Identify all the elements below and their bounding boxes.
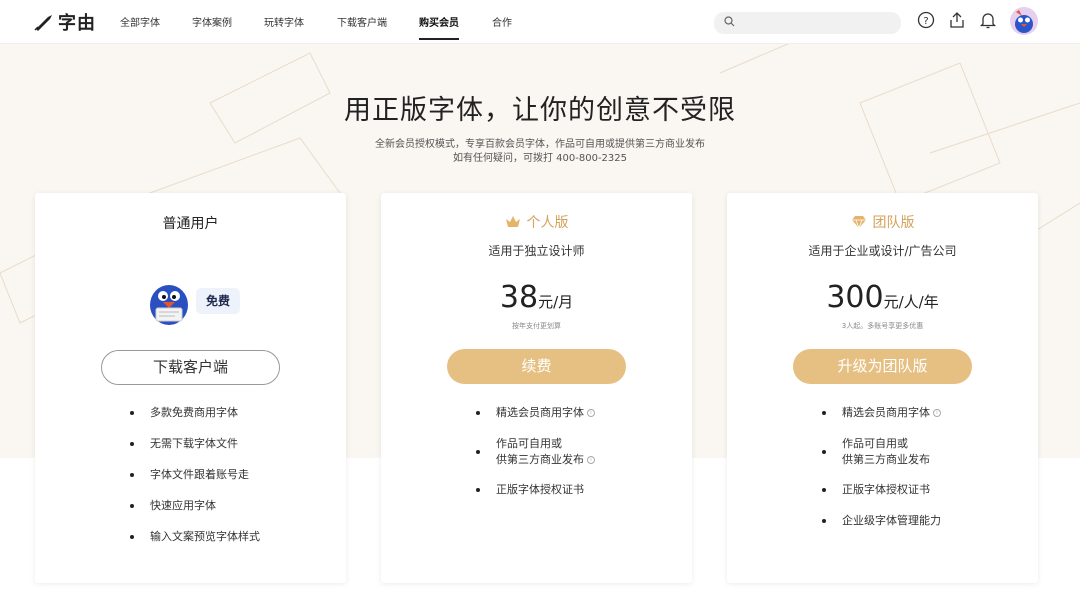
page-title: 用正版字体，让你的创意不受限: [344, 95, 736, 126]
feature-item: 无需下载字体文件: [150, 437, 238, 450]
info-icon[interactable]: i: [933, 409, 941, 417]
price-note: 3人起。多账号享更多优惠: [841, 322, 924, 330]
nav-buy-membership[interactable]: 购买会员: [419, 14, 459, 29]
brand-name: 字由: [58, 13, 96, 34]
bullet: [476, 450, 480, 454]
bullet: [130, 442, 134, 446]
bullet: [130, 411, 134, 415]
feature-item: 精选会员商用字体 i: [496, 405, 595, 421]
bullet: [822, 488, 826, 492]
price-amount: 300: [826, 280, 884, 315]
plan-title: 个人版: [526, 215, 569, 231]
hero-subtitle: 全新会员授权模式，专享百款会员字体，作品可自用或提供第三方商业发布: [375, 139, 705, 150]
bullet: [822, 519, 826, 523]
feature-item: 输入文案预览字体样式: [150, 530, 260, 543]
user-avatar[interactable]: [1010, 7, 1038, 35]
bullet: [476, 488, 480, 492]
upgrade-team-button[interactable]: 升级为团队版: [793, 349, 972, 384]
feature-item: 快速应用字体: [150, 499, 216, 512]
brand-logo[interactable]: 字由: [34, 9, 96, 35]
bullet: [130, 504, 134, 508]
mascot-icon: [150, 285, 188, 325]
bell-icon[interactable]: [979, 11, 997, 29]
plan-title-row: 个人版: [381, 212, 692, 232]
feature-item: 多款免费商用字体: [150, 406, 238, 419]
crown-icon: [505, 216, 520, 227]
plan-title: 团队版: [872, 215, 915, 231]
brush-icon: [34, 15, 52, 31]
avatar-image: [1010, 7, 1038, 35]
info-icon[interactable]: i: [587, 456, 595, 464]
plan-card-team: 团队版 适用于企业或设计/广告公司 300元/人/年 3人起。多账号享更多优惠 …: [727, 193, 1038, 583]
feature-item: 精选会员商用字体 i: [842, 405, 941, 421]
price-amount: 38: [499, 280, 539, 315]
feature-item: 正版字体授权证书: [496, 483, 584, 496]
top-navigation: 字由 全部字体 字体案例 玩转字体 下载客户端 购买会员 合作 ?: [0, 0, 1080, 44]
price-unit: 元/月: [538, 293, 574, 311]
bullet: [130, 535, 134, 539]
upload-icon[interactable]: [948, 11, 966, 29]
nav-play-fonts[interactable]: 玩转字体: [264, 14, 304, 29]
active-nav-indicator: [419, 38, 459, 40]
nav-font-cases[interactable]: 字体案例: [192, 14, 232, 29]
plan-card-free: 普通用户 免费 下载客户端 多款免费商用字体 无需下载字体文件 字体文件跟着账号…: [35, 193, 346, 583]
bullet: [822, 450, 826, 454]
bullet: [130, 473, 134, 477]
renew-button[interactable]: 续费: [447, 349, 626, 384]
feature-item: 作品可自用或 供第三方商业发布 i: [496, 436, 595, 468]
download-client-button[interactable]: 下载客户端: [101, 350, 280, 385]
search-icon: [724, 16, 735, 27]
plan-price: 38元/月: [381, 280, 692, 315]
info-icon[interactable]: i: [587, 409, 595, 417]
price-unit: 元/人/年: [883, 293, 939, 311]
search-input[interactable]: [714, 12, 901, 34]
hero-contact: 如有任何疑问，可拨打 400-800-2325: [452, 153, 628, 164]
feature-item: 作品可自用或 供第三方商业发布: [842, 437, 930, 466]
price-note: 按年支付更划算: [512, 322, 561, 330]
feature-item: 字体文件跟着账号走: [150, 468, 249, 481]
nav-cooperation[interactable]: 合作: [492, 14, 512, 29]
nav-download-client[interactable]: 下载客户端: [337, 14, 387, 29]
bullet: [476, 411, 480, 415]
feature-item: 企业级字体管理能力: [842, 514, 941, 527]
plan-title-row: 团队版: [727, 212, 1038, 232]
plan-title: 普通用户: [162, 216, 219, 232]
nav-all-fonts[interactable]: 全部字体: [120, 14, 160, 29]
feature-item: 正版字体授权证书: [842, 483, 930, 496]
free-badge: 免费: [196, 288, 240, 314]
diamond-icon: [851, 216, 866, 229]
plan-description: 适用于企业或设计/广告公司: [808, 244, 957, 258]
svg-text:?: ?: [923, 16, 928, 27]
help-icon[interactable]: ?: [917, 11, 935, 29]
plan-description: 适用于独立设计师: [488, 244, 585, 258]
bullet: [822, 411, 826, 415]
plan-price: 300元/人/年: [727, 280, 1038, 315]
plan-card-personal: 个人版 适用于独立设计师 38元/月 按年支付更划算 续费 精选会员商用字体 i …: [381, 193, 692, 583]
